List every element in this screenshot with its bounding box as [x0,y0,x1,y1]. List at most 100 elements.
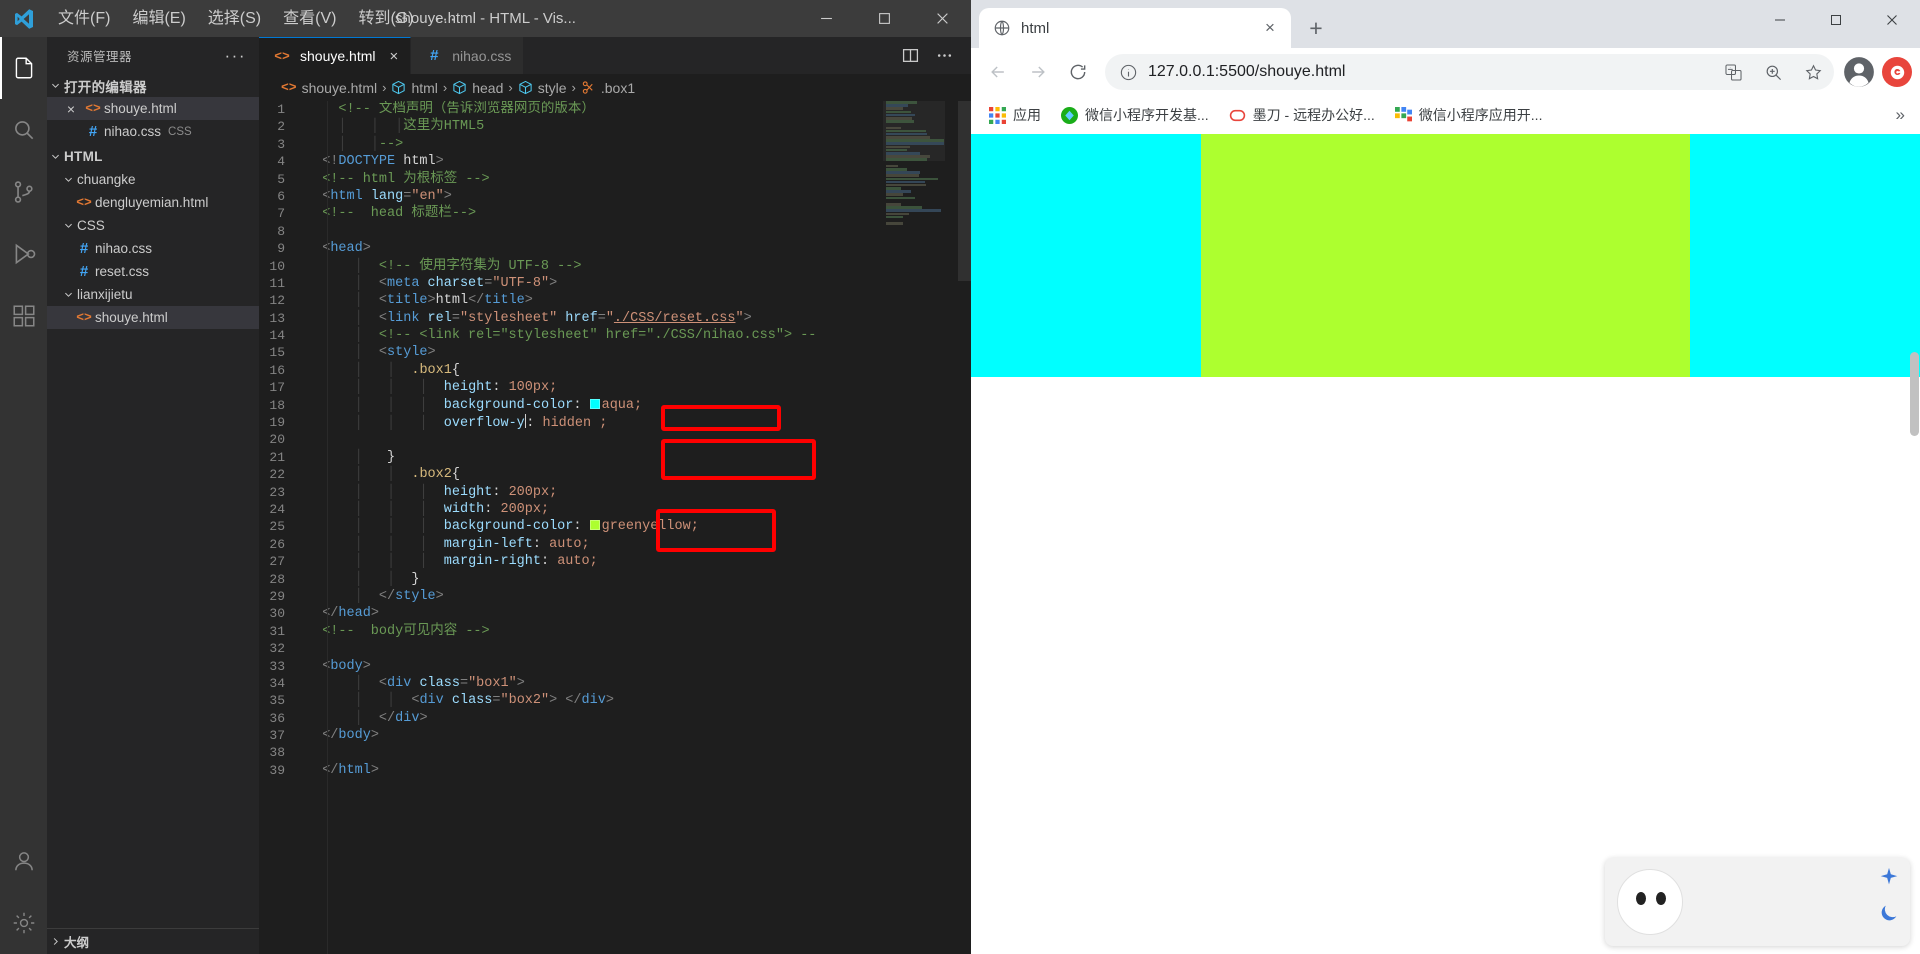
menu-overflow-button[interactable]: ··· [425,4,468,34]
code-line[interactable]: 3 │ │--> [259,136,971,153]
code-line[interactable]: 26 │ │ │ margin-left: auto; [259,536,971,553]
vscode-close-icon[interactable] [913,0,971,37]
tree-file-shouye-html[interactable]: <> shouye.html [47,306,259,329]
menu-goto[interactable]: 转到(G) [347,0,424,37]
code-line[interactable]: 6 <html lang="en"> [259,188,971,205]
sidebar-more-button[interactable]: ··· [220,46,251,66]
code-line[interactable]: 14 │ <!-- <link rel="stylesheet" href=".… [259,327,971,344]
menu-file[interactable]: 文件(F) [47,0,121,37]
translate-icon[interactable] [1718,57,1748,87]
code-line[interactable]: 27 │ │ │ margin-right: auto; [259,553,971,570]
bookmark-modao[interactable]: 墨刀 - 远程办公好... [1221,101,1383,129]
code-line[interactable]: 17 │ │ │ height: 100px; [259,379,971,396]
floating-widget[interactable] [1605,858,1910,946]
code-line[interactable]: 38 [259,744,971,761]
tree-folder-chuangke[interactable]: chuangke [47,168,259,191]
code-line[interactable]: 7 <!-- head 标题栏--> [259,205,971,222]
tree-file-nihao-css[interactable]: # nihao.css [47,237,259,260]
breadcrumb-item-box1[interactable]: .box1 [581,80,635,96]
code-line[interactable]: 9 <head> [259,240,971,257]
more-actions-icon[interactable] [929,41,959,71]
tree-file-dengluyemian-html[interactable]: <> dengluyemian.html [47,191,259,214]
menu-selection[interactable]: 选择(S) [197,0,272,37]
tree-folder-lianxijietu[interactable]: lianxijietu [47,283,259,306]
code-line[interactable]: 1 <!-- 文档声明（告诉浏览器网页的版本） [259,101,971,118]
code-line[interactable]: 35 │ │ <div class="box2"> </div> [259,692,971,709]
code-line[interactable]: 15 │ <style> [259,344,971,361]
tab-nihao-css[interactable]: # nihao.css [411,37,525,74]
forward-arrow-icon[interactable] [1019,53,1057,91]
tab-shouye-html[interactable]: <> shouye.html × [259,37,412,74]
browser-maximize-icon[interactable] [1808,0,1864,40]
split-editor-icon[interactable] [895,41,925,71]
activitybar-accounts[interactable] [0,830,47,892]
code-line[interactable]: 21 │ } [259,449,971,466]
activitybar-extensions[interactable] [0,285,47,347]
browser-close-icon[interactable] [1864,0,1920,40]
activitybar-settings[interactable] [0,892,47,954]
activitybar-explorer[interactable] [0,37,47,99]
workspace-root-html[interactable]: HTML [47,145,259,168]
sparkle-icon[interactable] [1878,866,1900,888]
zoom-icon[interactable] [1758,57,1788,87]
editor-scrollbar-thumb[interactable] [958,101,971,281]
close-icon[interactable]: × [60,101,82,117]
editor-scrollbar[interactable] [958,101,971,954]
breadcrumb-item-head[interactable]: head [452,80,503,96]
site-info-icon[interactable] [1119,63,1138,82]
code-line[interactable]: 19 │ │ │ overflow-y: hidden ; [259,414,971,431]
browser-tab-html[interactable]: html × [979,8,1291,48]
moon-icon[interactable] [1878,902,1900,924]
code-line[interactable]: 5 <!-- html 为根标签 --> [259,171,971,188]
bookmark-wechat-devtool[interactable]: 微信小程序开发基... [1053,101,1217,129]
code-line[interactable]: 28 │ │ } [259,571,971,588]
tree-folder-css[interactable]: CSS [47,214,259,237]
code-line[interactable]: 36 │ </div> [259,710,971,727]
code-line[interactable]: 20 [259,431,971,448]
code-line[interactable]: 33 <body> [259,658,971,675]
omnibox[interactable]: 127.0.0.1:5500/shouye.html [1105,54,1834,90]
code-line[interactable]: 8 [259,223,971,240]
vscode-maximize-icon[interactable] [855,0,913,37]
code-line[interactable]: 2 │ │ │这里为HTML5 [259,118,971,135]
code-line[interactable]: 12 │ <title>html</title> [259,292,971,309]
minimap[interactable] [883,101,958,954]
breadcrumb-item-style[interactable]: style [518,80,567,96]
code-line[interactable]: 29 │ </style> [259,588,971,605]
browser-minimize-icon[interactable] [1752,0,1808,40]
code-line[interactable]: 18 │ │ │ background-color: aqua; [259,397,971,414]
code-line[interactable]: 31 <!-- body可见内容 --> [259,623,971,640]
activitybar-run-debug[interactable] [0,223,47,285]
code-line[interactable]: 32 [259,640,971,657]
code-line[interactable]: 13 │ <link rel="stylesheet" href="./CSS/… [259,310,971,327]
bookmark-apps[interactable]: 应用 [981,101,1049,129]
code-line[interactable]: 25 │ │ │ background-color: greenyellow; [259,518,971,535]
browser-tab-close-icon[interactable]: × [1259,17,1281,39]
reload-icon[interactable] [1059,53,1097,91]
code-line[interactable]: 22 │ │ .box2{ [259,466,971,483]
bookmarks-overflow-button[interactable]: » [1889,102,1912,128]
code-line[interactable]: 37 </body> [259,727,971,744]
page-scrollbar-thumb[interactable] [1910,352,1919,436]
url-text[interactable]: 127.0.0.1:5500/shouye.html [1148,63,1708,81]
code-line[interactable]: 39 </html> [259,762,971,779]
code-line[interactable]: 24 │ │ │ width: 200px; [259,501,971,518]
tab-close-icon[interactable]: × [389,48,398,65]
new-tab-button[interactable]: + [1299,11,1333,45]
back-arrow-icon[interactable] [979,53,1017,91]
code-line[interactable]: 11 │ <meta charset="UTF-8"> [259,275,971,292]
tree-file-reset-css[interactable]: # reset.css [47,260,259,283]
breadcrumb-item-file[interactable]: <> shouye.html [281,80,377,96]
code-line[interactable]: 23 │ │ │ height: 200px; [259,484,971,501]
code-line[interactable]: 30 </head> [259,605,971,622]
code-line[interactable]: 16 │ │ .box1{ [259,362,971,379]
profile-avatar-icon[interactable] [1842,55,1876,89]
open-editor-item-shouye-html[interactable]: × <> shouye.html [47,97,259,120]
bookmark-wechat-app[interactable]: 微信小程序应用开... [1387,101,1551,129]
activitybar-search[interactable] [0,99,47,161]
code-line[interactable]: 34 │ <div class="box1"> [259,675,971,692]
vscode-minimize-icon[interactable] [797,0,855,37]
menu-edit[interactable]: 编辑(E) [121,0,196,37]
code-line[interactable]: 10 │ <!-- 使用字符集为 UTF-8 --> [259,258,971,275]
breadcrumb-item-html[interactable]: html [391,80,438,96]
